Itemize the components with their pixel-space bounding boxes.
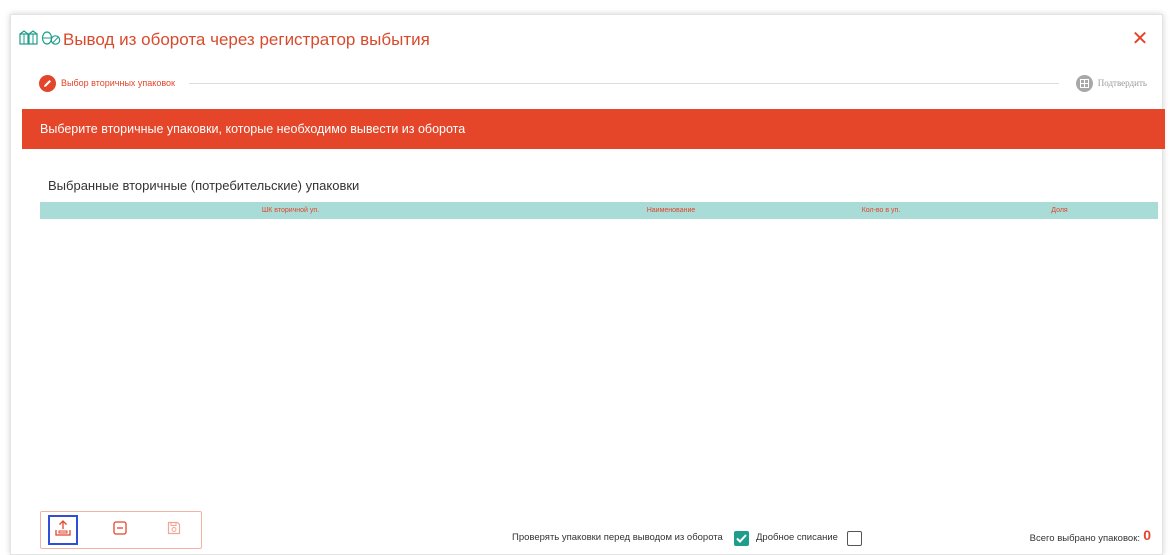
remove-button[interactable] — [105, 515, 135, 545]
title-icons — [19, 29, 61, 51]
step-connector — [189, 83, 1059, 84]
column-header-share[interactable]: Доля — [961, 202, 1158, 219]
total-value: 0 — [1143, 527, 1151, 543]
save-button[interactable] — [159, 515, 189, 545]
pills-icon — [41, 30, 61, 51]
step-label: Подтвердить — [1097, 78, 1147, 88]
step-confirm[interactable]: Подтвердить — [1075, 73, 1147, 93]
step-label: Выбор вторичных упаковок — [61, 78, 175, 88]
checkmark-icon — [736, 534, 747, 543]
grid-icon — [1075, 74, 1093, 92]
fractional-label: Дробное списание — [756, 532, 838, 543]
step-select-packages[interactable]: Выбор вторичных упаковок — [39, 73, 175, 93]
section-title: Выбранные вторичные (потребительские) уп… — [48, 178, 360, 193]
banner-text: Выберите вторичные упаковки, которые нео… — [40, 122, 466, 136]
toolbar — [40, 511, 202, 549]
close-button[interactable]: ✕ — [1130, 28, 1150, 50]
titlebar: Вывод из оборота через регистратор выбыт… — [11, 15, 1162, 65]
table-header: ШК вторичной уп. Наименование Кол-во в у… — [40, 202, 1158, 219]
stepper: Выбор вторичных упаковок Подтвердить — [39, 73, 1147, 93]
pencil-icon — [39, 74, 56, 92]
minus-box-icon — [112, 520, 128, 541]
column-header-barcode[interactable]: ШК вторичной уп. — [40, 202, 541, 219]
dialog-window: Вывод из оборота через регистратор выбыт… — [10, 14, 1165, 555]
boxes-icon — [19, 29, 39, 51]
total-label: Всего выбрано упаковок: — [1029, 533, 1140, 544]
column-header-quantity[interactable]: Кол-во в уп. — [801, 202, 961, 219]
fractional-checkbox[interactable] — [847, 531, 862, 546]
check-before-label: Проверять упаковки перед выводом из обор… — [512, 532, 723, 543]
column-header-name[interactable]: Наименование — [541, 202, 801, 219]
check-before-checkbox[interactable] — [734, 531, 749, 546]
dialog-title: Вывод из оборота через регистратор выбыт… — [63, 30, 430, 49]
upload-button[interactable] — [48, 515, 78, 545]
instruction-banner: Выберите вторичные упаковки, которые нео… — [22, 109, 1165, 149]
upload-icon — [54, 519, 72, 542]
floppy-icon — [166, 520, 182, 541]
